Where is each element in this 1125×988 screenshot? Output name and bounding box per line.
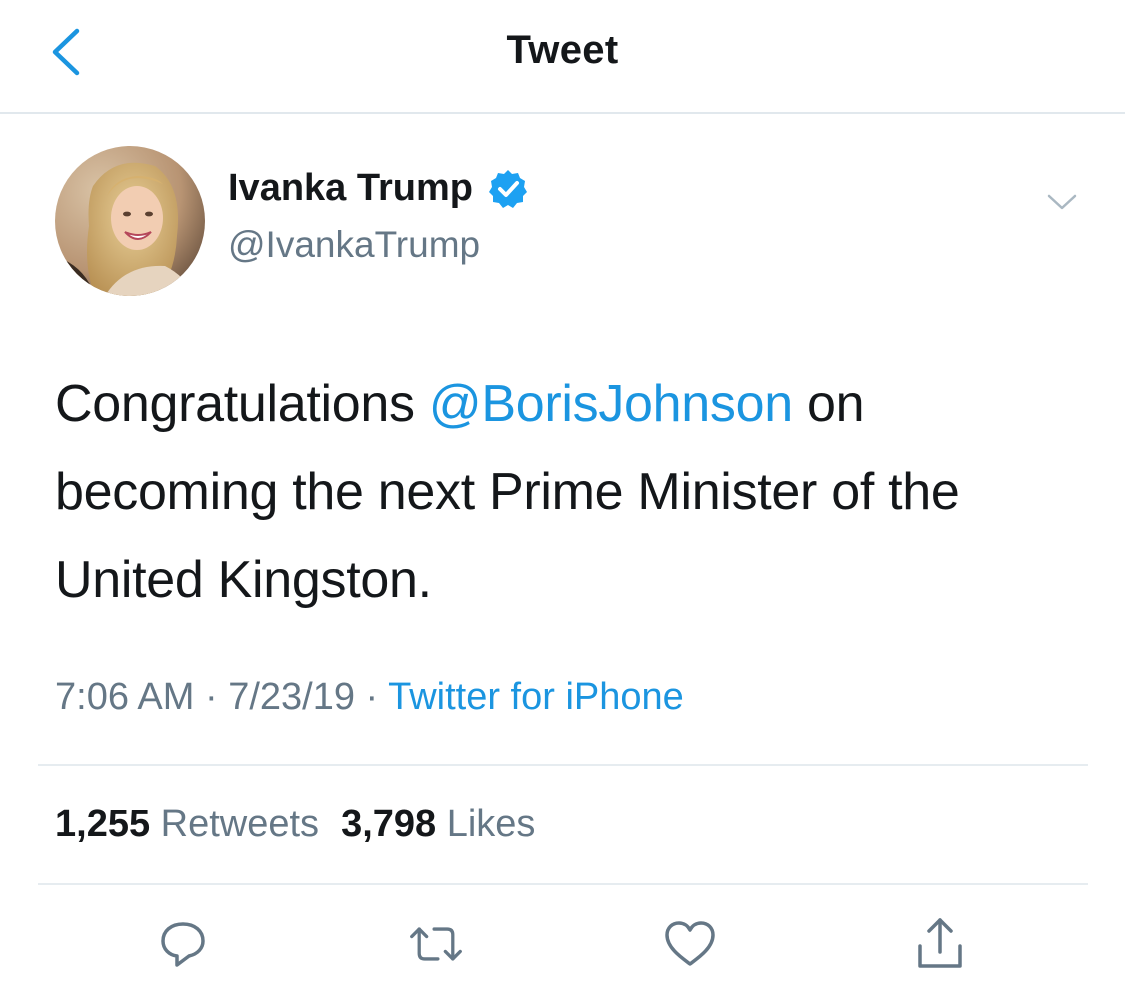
author-name-row[interactable]: Ivanka Trump xyxy=(228,167,529,210)
retweet-icon xyxy=(410,927,462,961)
like-button[interactable] xyxy=(662,916,718,972)
author-handle[interactable]: @IvankaTrump xyxy=(228,224,480,266)
tweet-text: Congratulations @BorisJohnson on becomin… xyxy=(55,360,1085,624)
retweets-count: 1,255 xyxy=(55,803,151,845)
retweet-button[interactable] xyxy=(408,916,464,972)
tweet-date: 7/23/19 xyxy=(228,676,355,718)
share-button[interactable] xyxy=(912,916,968,972)
likes-stat[interactable]: 3,798 Likes xyxy=(341,803,535,846)
likes-label: Likes xyxy=(446,803,536,845)
retweets-label: Retweets xyxy=(160,803,320,845)
likes-count: 3,798 xyxy=(341,803,437,845)
avatar[interactable] xyxy=(55,146,205,296)
tweet-time: 7:06 AM xyxy=(55,676,195,718)
tweet-text-before: Congratulations xyxy=(55,375,429,433)
tweet-stats: 1,255 Retweets 3,798 Likes xyxy=(55,803,535,846)
divider xyxy=(38,883,1088,885)
nav-header: Tweet xyxy=(0,0,1125,114)
reply-button[interactable] xyxy=(155,916,211,972)
like-icon xyxy=(665,921,715,966)
share-icon xyxy=(918,918,962,968)
divider xyxy=(38,764,1088,766)
retweets-stat[interactable]: 1,255 Retweets xyxy=(55,803,319,846)
tweet-meta: 7:06 AM · 7/23/19 · Twitter for iPhone xyxy=(55,676,684,719)
meta-separator: · xyxy=(355,676,389,718)
author-name: Ivanka Trump xyxy=(228,167,473,209)
tweet-source-link[interactable]: Twitter for iPhone xyxy=(388,676,684,718)
verified-badge-icon xyxy=(488,169,527,208)
page-title: Tweet xyxy=(506,28,619,72)
reply-icon xyxy=(161,922,205,967)
chevron-down-icon xyxy=(1047,194,1077,210)
mention-link[interactable]: @BorisJohnson xyxy=(429,375,793,433)
tweet-detail-screen: Tweet Ivanka Trump @IvankaTrump Congratu… xyxy=(0,0,1125,988)
meta-separator: · xyxy=(194,676,229,718)
more-options-button[interactable] xyxy=(1038,178,1086,226)
profile-photo xyxy=(55,146,205,296)
